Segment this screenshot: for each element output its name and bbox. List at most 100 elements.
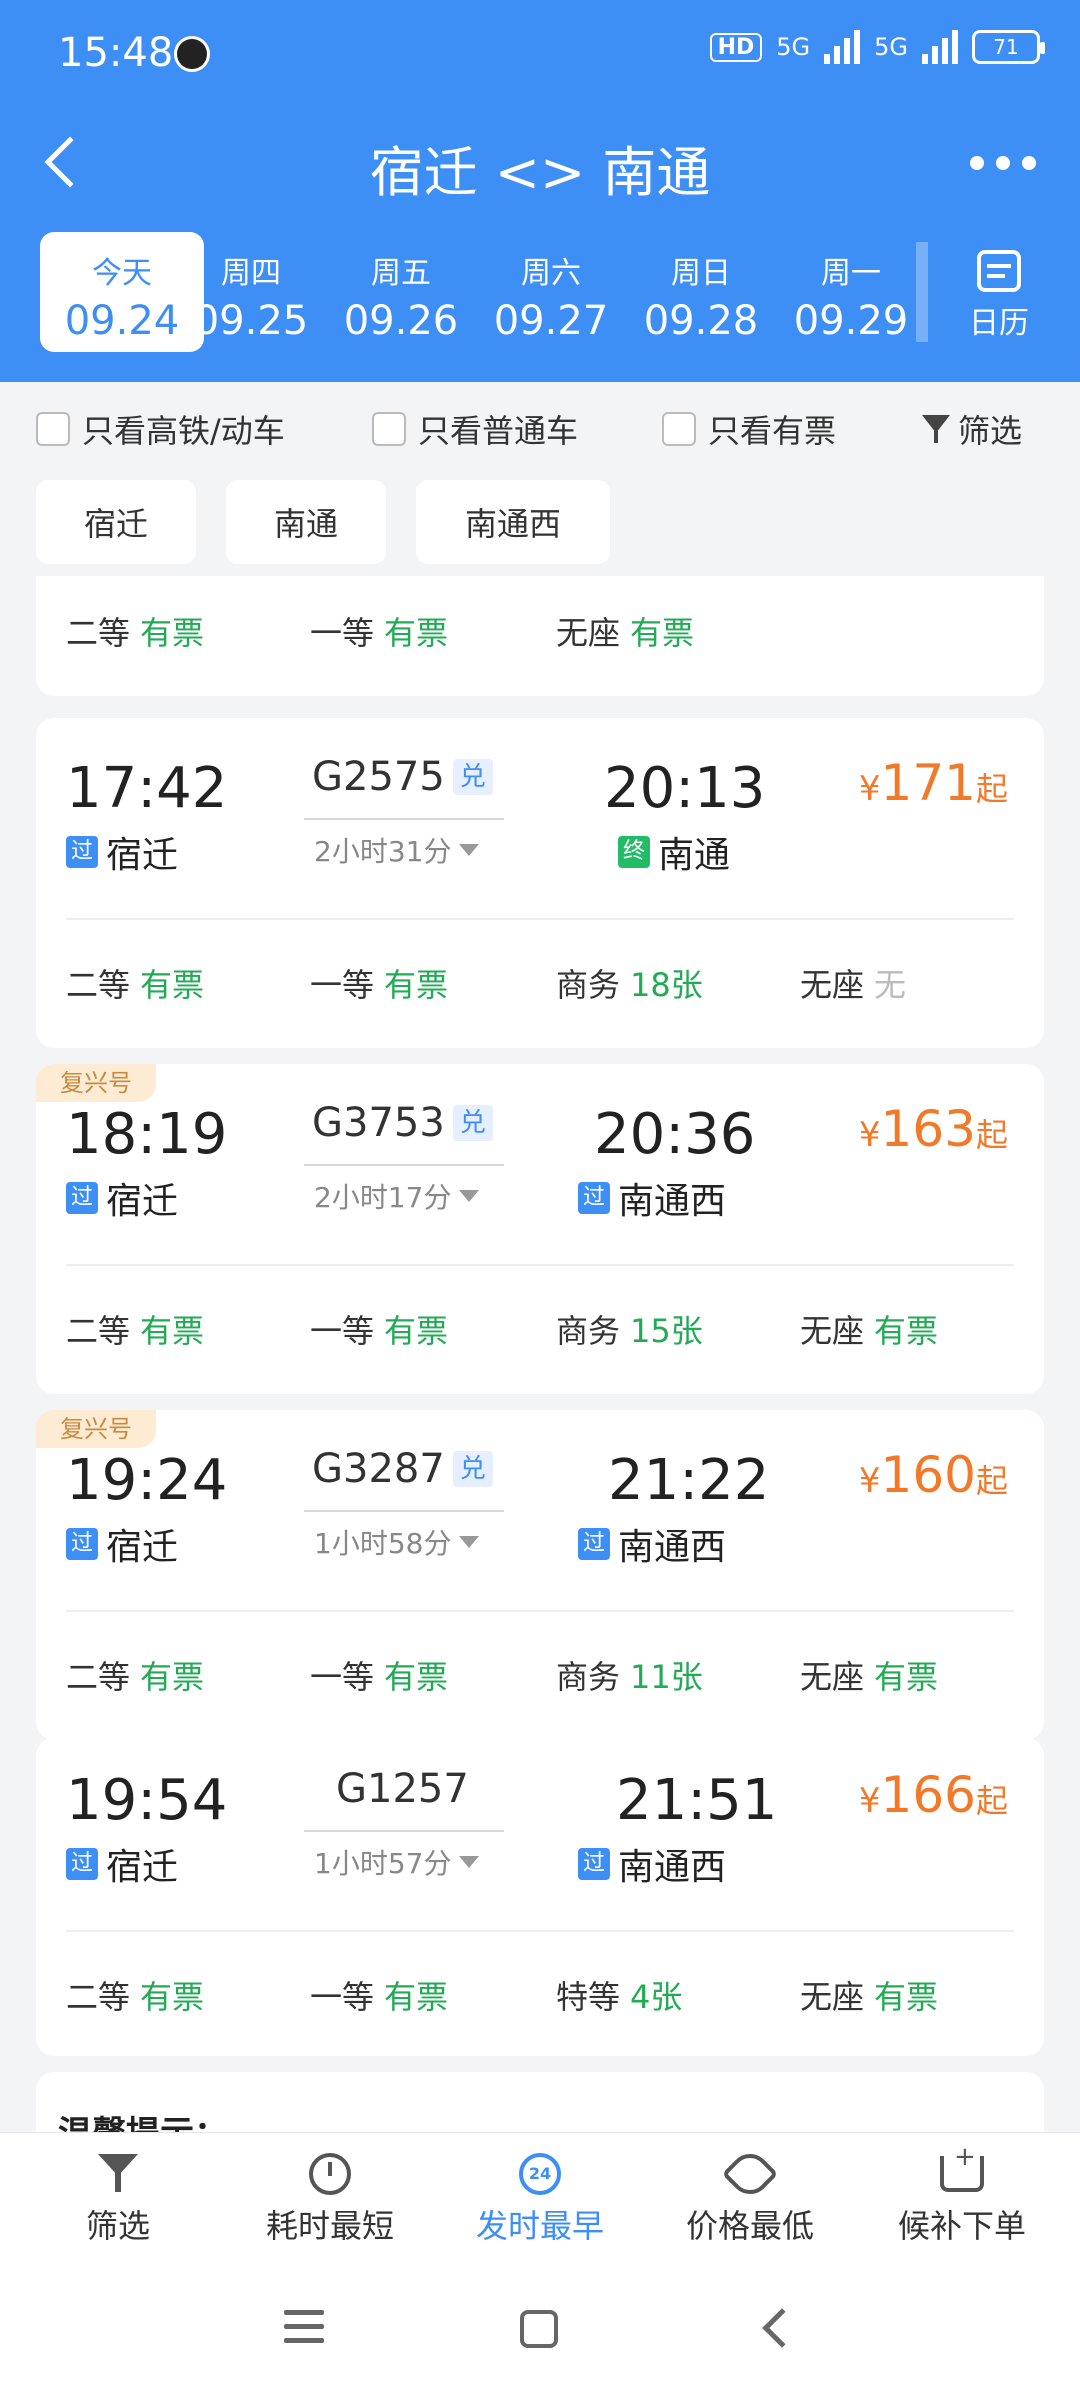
date-bar: 今天 09.24 周四 09.25 周五 09.26 周六 09.27 周日 0… bbox=[0, 232, 1080, 356]
funnel-icon bbox=[921, 415, 950, 443]
train-number: G3287 兑 bbox=[312, 1446, 493, 1492]
seat-premium: 特等 4张 bbox=[556, 1978, 683, 2016]
recent-apps-icon[interactable] bbox=[284, 2310, 324, 2352]
nav-bar: 宿迁 <> 南通 bbox=[0, 110, 1080, 220]
system-back-icon[interactable] bbox=[762, 2308, 802, 2348]
arrival-station: 过南通西 bbox=[578, 1172, 726, 1224]
seat-business: 商务 15张 bbox=[556, 1312, 703, 1350]
train-line bbox=[304, 818, 504, 820]
home-icon[interactable] bbox=[520, 2310, 558, 2348]
filter-button[interactable]: 筛选 bbox=[921, 406, 1022, 452]
seat-first: 一等 有票 bbox=[310, 966, 449, 1004]
tab-shortest[interactable]: 耗时最短 bbox=[230, 2147, 430, 2247]
departure-station: 过宿迁 bbox=[66, 1172, 178, 1224]
seat-first: 一等 有票 bbox=[310, 1978, 449, 2016]
seat-first: 一等 有票 bbox=[310, 1658, 449, 1696]
date-tab-1[interactable]: 周四 09.25 bbox=[176, 232, 326, 352]
date-tab-3[interactable]: 周六 09.27 bbox=[476, 232, 626, 352]
duration-toggle[interactable]: 1小时57分 bbox=[314, 1842, 480, 1882]
train-list: 二等 有票 一等 有票 无座 有票 17:42 过宿迁 G2575 兑 2小时31分 2… bbox=[0, 576, 1080, 2132]
arrival-time: 20:13 bbox=[604, 756, 766, 821]
checkbox[interactable] bbox=[662, 412, 696, 446]
duration-toggle[interactable]: 2小时17分 bbox=[314, 1176, 480, 1216]
calendar-button[interactable]: 日历 bbox=[954, 236, 1044, 342]
tab-cheapest[interactable]: 价格最低 bbox=[650, 2145, 850, 2247]
train-number: G2575 兑 bbox=[312, 754, 493, 800]
seat-standing: 无座 有票 bbox=[800, 1312, 939, 1350]
station-tag-suqian[interactable]: 宿迁 bbox=[36, 480, 196, 564]
departure-station: 过宿迁 bbox=[66, 1838, 178, 1890]
exchange-badge: 兑 bbox=[452, 1105, 493, 1141]
seat-second: 二等 有票 bbox=[66, 1312, 205, 1350]
train-line bbox=[304, 1164, 504, 1166]
date-tab-4[interactable]: 周日 09.28 bbox=[626, 232, 776, 352]
duration-toggle[interactable]: 2小时31分 bbox=[314, 830, 480, 870]
filter-available[interactable]: 只看有票 bbox=[662, 406, 836, 452]
train-card[interactable]: 17:42 过宿迁 G2575 兑 2小时31分 20:13 终南通 ¥171起 … bbox=[36, 718, 1044, 1048]
status-bar: 15:48 HD 5G 5G 71 bbox=[0, 0, 1080, 110]
train-number: G3753 兑 bbox=[312, 1100, 493, 1146]
filter-normal-label: 只看普通车 bbox=[418, 412, 579, 450]
pass-tag: 过 bbox=[578, 1528, 610, 1560]
checkbox[interactable] bbox=[372, 412, 406, 446]
train-card[interactable]: 复兴号 18:19 过宿迁 G3753 兑 2小时17分 20:36 过南通西 ¥… bbox=[36, 1064, 1044, 1394]
divider bbox=[66, 1264, 1014, 1266]
departure-time: 17:42 bbox=[66, 756, 228, 821]
tips-card: 温馨提示： bbox=[36, 2072, 1044, 2132]
train-card-partial[interactable]: 二等 有票 一等 有票 无座 有票 bbox=[36, 576, 1044, 696]
fuxing-badge: 复兴号 bbox=[36, 1410, 156, 1448]
divider bbox=[66, 1610, 1014, 1612]
status-time: 15:48 bbox=[58, 30, 174, 76]
seat-standing: 无座无 bbox=[800, 966, 907, 1004]
seat-second: 二等 有票 bbox=[66, 966, 205, 1004]
train-line bbox=[304, 1510, 504, 1512]
tab-earliest[interactable]: 24 发时最早 bbox=[440, 2147, 640, 2247]
seat-second: 二等 有票 bbox=[66, 1658, 205, 1696]
price: ¥171起 bbox=[858, 754, 1008, 812]
seat-second: 二等 有票 bbox=[66, 1978, 205, 2016]
filter-available-label: 只看有票 bbox=[708, 412, 837, 450]
filter-normal[interactable]: 只看普通车 bbox=[372, 406, 578, 452]
seat-first: 一等 有票 bbox=[310, 614, 449, 652]
station-tag-nantongxi[interactable]: 南通西 bbox=[416, 480, 610, 564]
seat-business: 商务 18张 bbox=[556, 966, 703, 1004]
page-title: 宿迁 <> 南通 bbox=[369, 141, 711, 204]
price: ¥166起 bbox=[858, 1766, 1008, 1824]
price-tag-icon bbox=[721, 2145, 779, 2203]
clock-app-icon bbox=[174, 36, 210, 72]
bottom-tab-bar: 筛选 耗时最短 24 发时最早 价格最低 候补下单 bbox=[0, 2132, 1080, 2262]
net-label-2: 5G bbox=[874, 33, 908, 61]
calendar-label: 日历 bbox=[969, 306, 1029, 341]
seat-standing: 无座 有票 bbox=[800, 1978, 939, 2016]
arrival-station: 过南通西 bbox=[578, 1518, 726, 1570]
seat-row: 二等 有票 一等 有票 无座 有票 bbox=[36, 592, 1044, 662]
train-card[interactable]: 19:54 过宿迁 G1257 1小时57分 21:51 过南通西 ¥166起 … bbox=[36, 1738, 1044, 2056]
arrival-station: 终南通 bbox=[618, 826, 730, 878]
filter-high-speed[interactable]: 只看高铁/动车 bbox=[36, 406, 285, 452]
pass-tag: 过 bbox=[66, 1848, 98, 1880]
funnel-icon bbox=[98, 2152, 138, 2196]
checkbox[interactable] bbox=[36, 412, 70, 446]
station-tag-nantong[interactable]: 南通 bbox=[226, 480, 386, 564]
tab-filter[interactable]: 筛选 bbox=[18, 2147, 218, 2247]
more-icon[interactable] bbox=[970, 156, 1036, 170]
seat-row: 二等 有票 一等 有票 商务 18张 无座无 bbox=[36, 944, 1044, 1014]
departure-time: 18:19 bbox=[66, 1102, 228, 1167]
date-bar-fade bbox=[916, 242, 928, 342]
tab-waitlist[interactable]: 候补下单 bbox=[862, 2142, 1062, 2247]
seat-standing: 无座 有票 bbox=[556, 614, 695, 652]
date-tab-5[interactable]: 周一 09.29 bbox=[776, 232, 926, 352]
departure-time: 19:24 bbox=[66, 1448, 228, 1513]
chevron-down-icon bbox=[459, 1190, 480, 1202]
header: 15:48 HD 5G 5G 71 宿迁 <> 南通 今天 09.24 周四 0… bbox=[0, 0, 1080, 382]
divider bbox=[66, 1930, 1014, 1932]
train-card[interactable]: 复兴号 19:24 过宿迁 G3287 兑 1小时58分 21:22 过南通西 ¥… bbox=[36, 1410, 1044, 1740]
filter-row: 只看高铁/动车 只看普通车 只看有票 筛选 bbox=[0, 382, 1080, 472]
seat-row: 二等 有票 一等 有票 商务 11张 无座 有票 bbox=[36, 1636, 1044, 1706]
duration-toggle[interactable]: 1小时58分 bbox=[314, 1522, 480, 1562]
station-tags: 宿迁 南通 南通西 bbox=[0, 478, 1080, 568]
date-tab-2[interactable]: 周五 09.26 bbox=[326, 232, 476, 352]
divider bbox=[66, 918, 1014, 920]
seat-business: 商务 11张 bbox=[556, 1658, 703, 1696]
hd-icon: HD bbox=[709, 32, 763, 62]
